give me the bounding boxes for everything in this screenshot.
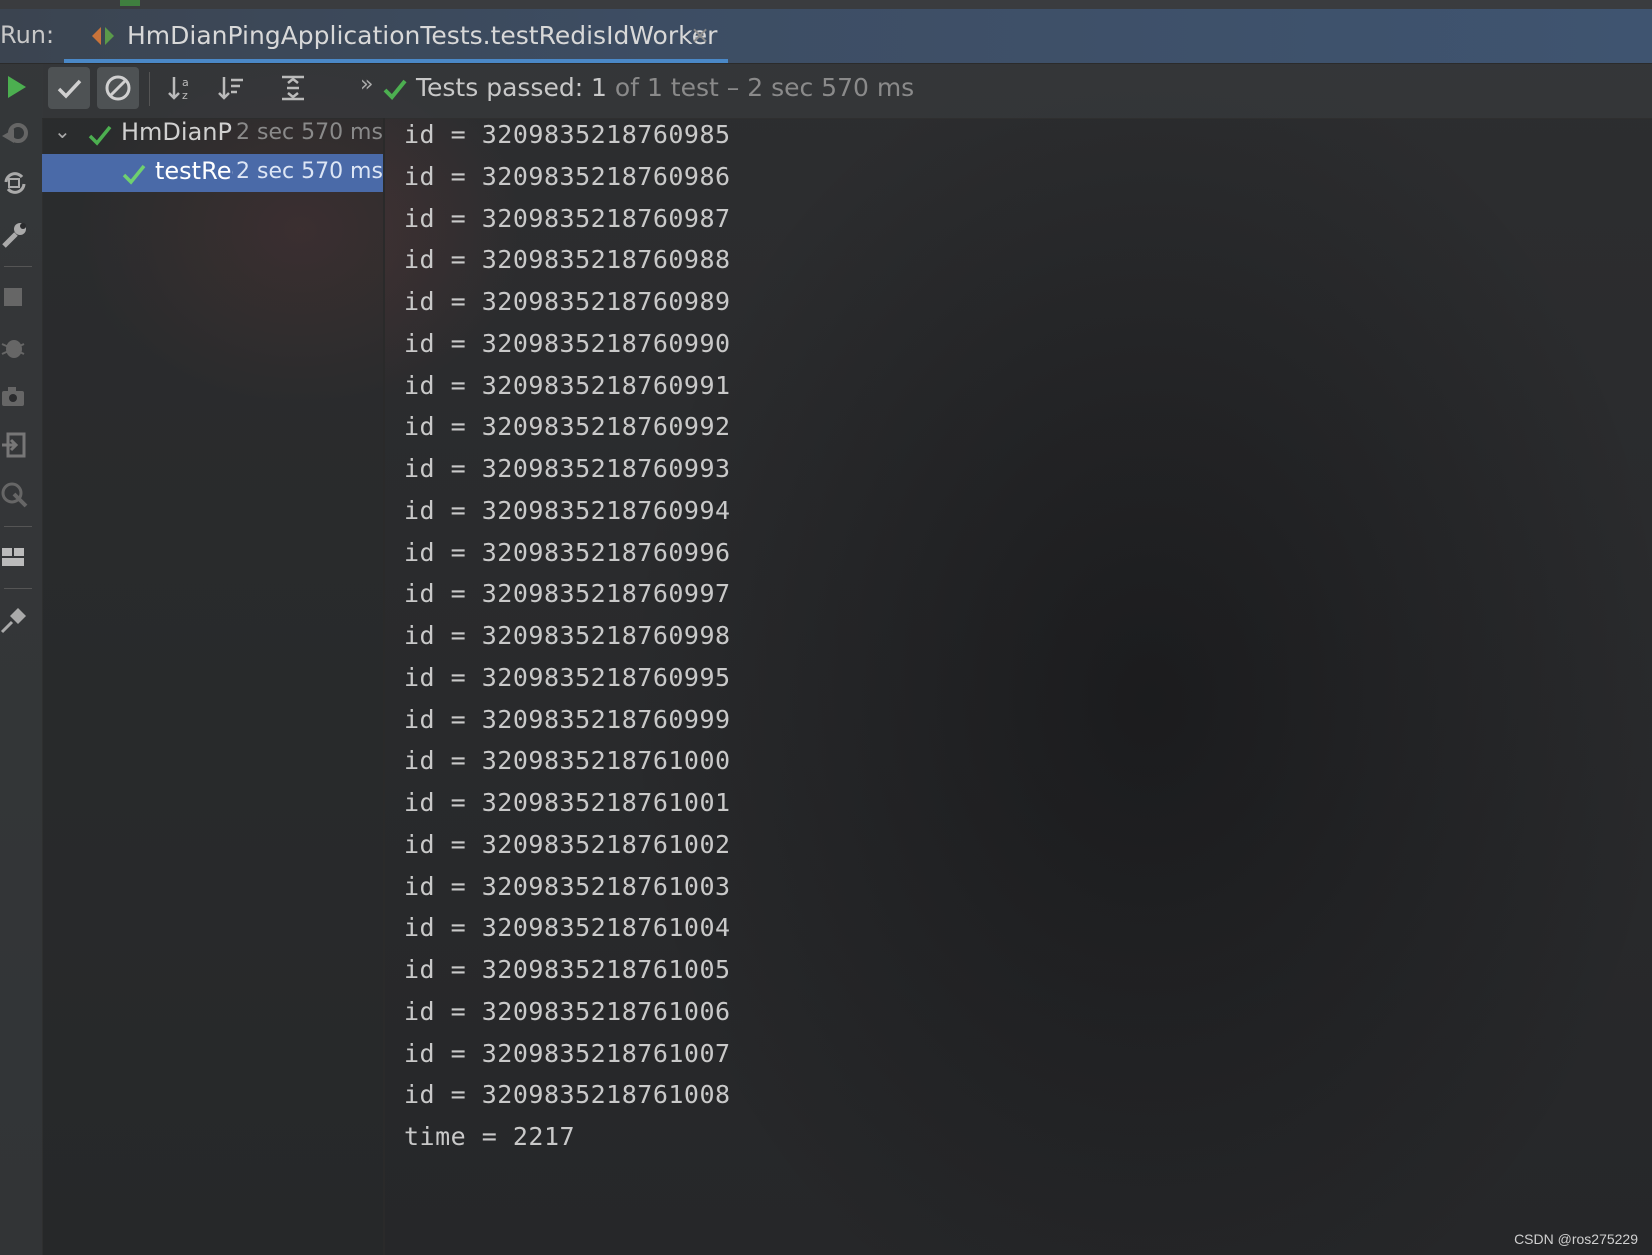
run-icon[interactable] [2,72,32,102]
more-actions-icon[interactable]: » [360,72,373,97]
top-strip [0,0,1652,9]
settings-wrench-icon[interactable] [0,220,30,250]
console-line: id = 3209835218761003 [404,871,731,901]
console-line: id = 3209835218760991 [404,370,731,400]
separator [4,526,32,527]
stop-icon[interactable] [0,282,30,312]
rerun-failed-icon[interactable] [0,120,30,150]
debug-icon[interactable] [0,332,30,362]
console-line: id = 3209835218760988 [404,245,731,275]
test-toolbar: az » Tests passed: 1 of 1 test – 2 sec 5… [42,64,1652,119]
console-line: id = 3209835218761006 [404,996,731,1026]
svg-text:z: z [182,89,188,102]
console-line: id = 3209835218760996 [404,537,731,567]
console-line: id = 3209835218760993 [404,454,731,483]
show-ignored-button[interactable] [97,67,139,109]
console-line: id = 3209835218760986 [404,161,731,191]
tree-item-label: testRec [155,157,233,185]
show-passed-button[interactable] [48,67,90,109]
console-line: id = 3209835218761001 [404,788,731,817]
console-line: id = 3209835218761007 [404,1038,731,1068]
console-line: id = 3209835218760987 [404,203,731,233]
console-output[interactable]: id = 3209835218760985 id = 32098352187609… [384,118,1652,1255]
check-icon [383,79,407,100]
console-line: id = 3209835218760989 [404,287,731,316]
sort-by-duration-button[interactable] [210,67,252,109]
run-tab-title: HmDianPingApplicationTests.testRedisIdWo… [127,21,718,50]
console-line: id = 3209835218760998 [404,621,731,650]
check-icon [88,125,112,146]
console-line: id = 3209835218760990 [404,328,731,358]
coverage-icon[interactable] [0,480,30,510]
console-line: id = 3209835218760997 [404,579,731,609]
tree-item-duration: 2 sec 570 ms [236,120,383,145]
expand-all-icon [282,75,304,101]
test-config-icon [92,27,114,45]
layout-icon[interactable] [0,542,30,572]
tab-underline [64,59,728,63]
tree-item-suite[interactable]: ⌄ HmDianPi 2 sec 570 ms [42,115,383,153]
console-line: id = 3209835218761008 [404,1080,731,1110]
console-line: id = 3209835218761004 [404,913,731,943]
expand-all-button[interactable] [272,67,314,109]
sort-alpha-icon: az [168,76,189,102]
status-detail: of 1 test – 2 sec 570 ms [606,73,915,102]
console-line: id = 3209835218761000 [404,746,731,776]
tree-item-duration: 2 sec 570 ms [236,159,383,184]
sort-alphabetically-button[interactable]: az [160,67,202,109]
console-line: id = 3209835218760999 [404,704,731,734]
console-line: id = 3209835218760995 [404,662,731,692]
toggle-auto-test-icon[interactable] [0,168,30,198]
console-line: id = 3209835218761005 [404,955,731,984]
tree-item-test[interactable]: testRec 2 sec 570 ms [42,154,383,192]
sort-duration-icon [218,77,243,100]
indicator [120,0,140,6]
camera-icon[interactable] [0,382,30,412]
test-tree: ⌄ HmDianPi 2 sec 570 ms testRec 2 sec 57… [42,118,385,1255]
separator [149,72,150,106]
console-line: id = 3209835218761002 [404,829,731,859]
console-line: id = 3209835218760994 [404,495,731,525]
console-line: time = 2217 [404,1122,576,1151]
console-line: id = 3209835218760992 [404,412,731,442]
separator [4,266,32,267]
status-passed: Tests passed: 1 [416,73,607,102]
tree-item-label: HmDianPi [121,118,233,146]
run-label: Run: [0,21,55,49]
test-status: Tests passed: 1 of 1 test – 2 sec 570 ms [382,73,914,102]
run-header: Run: HmDianPingApplicationTests.testRedi… [0,9,1652,64]
ignored-icon [105,75,131,101]
check-icon [57,79,82,99]
watermark: CSDN @ros275229 [1514,1231,1638,1247]
import-icon[interactable] [0,430,30,460]
console-line: id = 3209835218760985 [404,120,731,149]
close-icon[interactable]: × [690,21,710,49]
run-tab[interactable]: HmDianPingApplicationTests.testRedisIdWo… [64,9,728,63]
check-icon [122,164,146,185]
chevron-down-icon[interactable]: ⌄ [54,119,71,143]
side-toolbar [0,64,43,1255]
pin-icon[interactable] [0,604,30,634]
svg-text:a: a [182,76,189,89]
separator [4,588,32,589]
